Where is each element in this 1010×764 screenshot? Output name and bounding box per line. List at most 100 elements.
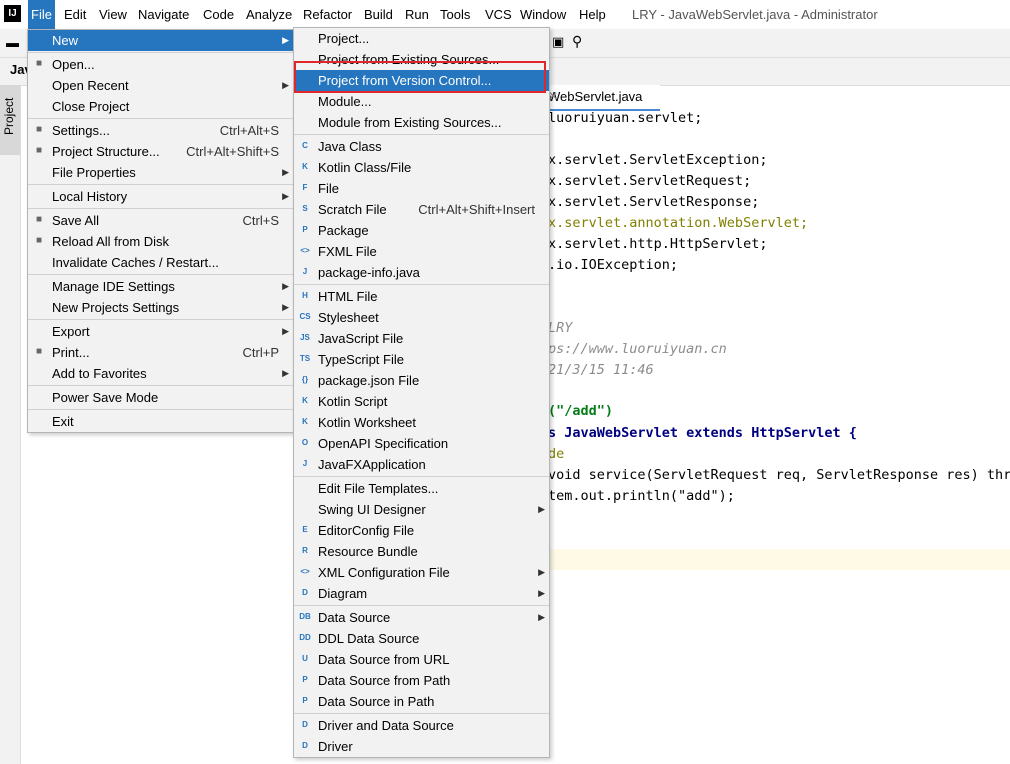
new-menu-item-project[interactable]: Project... bbox=[294, 28, 549, 49]
new-menu-item-html-file[interactable]: H HTML File bbox=[294, 286, 549, 307]
menu-help[interactable]: Help bbox=[576, 0, 609, 29]
menu-run[interactable]: Run bbox=[402, 0, 432, 29]
search-icon[interactable]: ⚲ bbox=[572, 33, 582, 50]
new-menu-item-project-from-existing-sources[interactable]: Project from Existing Sources... bbox=[294, 49, 549, 70]
new-menu-item-openapi-specification[interactable]: O OpenAPI Specification bbox=[294, 433, 549, 454]
file-menu-item-settings[interactable]: ■ Settings... Ctrl+Alt+S bbox=[28, 120, 293, 141]
new-menu-item-edit-file-templates[interactable]: Edit File Templates... bbox=[294, 478, 549, 499]
code-line[interactable]: LRY bbox=[548, 320, 572, 336]
data-source-in-path-icon: P bbox=[302, 696, 308, 705]
new-menu-item-driver[interactable]: D Driver bbox=[294, 736, 549, 757]
menu-view[interactable]: View bbox=[96, 0, 130, 29]
new-menu-item-kotlin-worksheet[interactable]: K Kotlin Worksheet bbox=[294, 412, 549, 433]
file-menu-item-power-save-mode[interactable]: Power Save Mode bbox=[28, 387, 293, 408]
new-menu-item-driver-and-data-source[interactable]: D Driver and Data Source bbox=[294, 715, 549, 736]
new-menu-item-diagram[interactable]: D Diagram ▶ bbox=[294, 583, 549, 604]
file-menu-item-local-history[interactable]: Local History ▶ bbox=[28, 186, 293, 207]
menu-bar: IJ File Edit View Navigate Code Analyze … bbox=[0, 0, 1010, 29]
new-menu-item-javascript-file[interactable]: JS JavaScript File bbox=[294, 328, 549, 349]
file-menu-item-close-project[interactable]: Close Project bbox=[28, 96, 293, 117]
shortcut-label: Ctrl+P bbox=[242, 345, 279, 360]
menu-item-label: Data Source bbox=[318, 610, 391, 625]
menu-build[interactable]: Build bbox=[361, 0, 396, 29]
code-line[interactable]: de bbox=[548, 446, 564, 462]
file-menu-item-open-recent[interactable]: Open Recent ▶ bbox=[28, 75, 293, 96]
menu-separator bbox=[28, 208, 293, 209]
new-menu-item-ddl-data-source[interactable]: DD DDL Data Source bbox=[294, 628, 549, 649]
file-menu-item-save-all[interactable]: ■ Save All Ctrl+S bbox=[28, 210, 293, 231]
new-menu-item-data-source-from-url[interactable]: U Data Source from URL bbox=[294, 649, 549, 670]
file-menu-item-open[interactable]: ■ Open... bbox=[28, 54, 293, 75]
code-line[interactable]: x.servlet.annotation.WebServlet; bbox=[548, 215, 808, 231]
new-menu-item-data-source-from-path[interactable]: P Data Source from Path bbox=[294, 670, 549, 691]
code-line[interactable]: luoruiyuan.servlet; bbox=[548, 110, 702, 126]
code-line[interactable]: tem.out.println("add"); bbox=[548, 488, 735, 504]
menu-item-label: Invalidate Caches / Restart... bbox=[52, 255, 219, 270]
menu-edit[interactable]: Edit bbox=[61, 0, 89, 29]
menu-item-label: Reload All from Disk bbox=[52, 234, 170, 249]
new-menu-item-scratch-file[interactable]: S Scratch File Ctrl+Alt+Shift+Insert bbox=[294, 199, 549, 220]
new-menu-item-data-source-in-path[interactable]: P Data Source in Path bbox=[294, 691, 549, 712]
file-menu-item-project-structure[interactable]: ■ Project Structure... Ctrl+Alt+Shift+S bbox=[28, 141, 293, 162]
new-menu-item-resource-bundle[interactable]: R Resource Bundle bbox=[294, 541, 549, 562]
menu-separator bbox=[28, 319, 293, 320]
menu-code[interactable]: Code bbox=[200, 0, 237, 29]
menu-item-label: File Properties bbox=[52, 165, 136, 180]
menu-item-label: Save All bbox=[52, 213, 99, 228]
new-menu-item-swing-ui-designer[interactable]: Swing UI Designer ▶ bbox=[294, 499, 549, 520]
new-menu-item-javafxapplication[interactable]: J JavaFXApplication bbox=[294, 454, 549, 475]
open-folder-icon[interactable]: ▬ bbox=[6, 35, 19, 50]
new-menu-item-java-class[interactable]: C Java Class bbox=[294, 136, 549, 157]
project-tool-tab[interactable]: Project bbox=[0, 85, 20, 155]
new-menu-item-package[interactable]: P Package bbox=[294, 220, 549, 241]
code-line[interactable]: x.servlet.http.HttpServlet; bbox=[548, 236, 767, 252]
new-menu-item-project-from-version-control[interactable]: Project from Version Control... bbox=[294, 70, 549, 91]
file-menu-item-file-properties[interactable]: File Properties ▶ bbox=[28, 162, 293, 183]
new-menu-item-editorconfig-file[interactable]: E EditorConfig File bbox=[294, 520, 549, 541]
menu-tools[interactable]: Tools bbox=[437, 0, 473, 29]
new-menu-item-module[interactable]: Module... bbox=[294, 91, 549, 112]
file-menu-item-print[interactable]: ■ Print... Ctrl+P bbox=[28, 342, 293, 363]
file-menu-item-manage-ide-settings[interactable]: Manage IDE Settings ▶ bbox=[28, 276, 293, 297]
code-line[interactable]: s JavaWebServlet extends HttpServlet { bbox=[548, 425, 857, 441]
menu-file[interactable]: File bbox=[28, 0, 55, 29]
file-menu-item-add-to-favorites[interactable]: Add to Favorites ▶ bbox=[28, 363, 293, 384]
frame-icon[interactable]: ▣ bbox=[552, 34, 564, 50]
new-menu-item-fxml-file[interactable]: <> FXML File bbox=[294, 241, 549, 262]
code-line[interactable]: .io.IOException; bbox=[548, 257, 678, 273]
chevron-right-icon: ▶ bbox=[538, 612, 545, 622]
close-icon[interactable]: ✕ bbox=[548, 89, 654, 103]
menu-item-label: TypeScript File bbox=[318, 352, 404, 367]
file-menu-item-export[interactable]: Export ▶ bbox=[28, 321, 293, 342]
file-menu-item-reload-all-from-disk[interactable]: ■ Reload All from Disk bbox=[28, 231, 293, 252]
new-menu-item-data-source[interactable]: DB Data Source ▶ bbox=[294, 607, 549, 628]
file-menu-item-invalidate-caches-restart[interactable]: Invalidate Caches / Restart... bbox=[28, 252, 293, 273]
new-menu-item-file[interactable]: F File bbox=[294, 178, 549, 199]
code-line[interactable]: x.servlet.ServletException; bbox=[548, 152, 767, 168]
new-menu-item-xml-configuration-file[interactable]: <> XML Configuration File ▶ bbox=[294, 562, 549, 583]
file-menu-item-new-projects-settings[interactable]: New Projects Settings ▶ bbox=[28, 297, 293, 318]
menu-refactor[interactable]: Refactor bbox=[300, 0, 355, 29]
editor-tab[interactable]: WebServlet.java ✕ bbox=[540, 85, 660, 111]
new-menu-item-typescript-file[interactable]: TS TypeScript File bbox=[294, 349, 549, 370]
code-line[interactable]: x.servlet.ServletResponse; bbox=[548, 194, 759, 210]
new-menu-item-module-from-existing-sources[interactable]: Module from Existing Sources... bbox=[294, 112, 549, 133]
menu-window[interactable]: Window bbox=[517, 0, 569, 29]
menu-separator bbox=[28, 184, 293, 185]
file-menu-item-exit[interactable]: Exit bbox=[28, 411, 293, 432]
new-menu-item-package-json-file[interactable]: {} package.json File bbox=[294, 370, 549, 391]
file-menu-item-new[interactable]: New ▶ bbox=[28, 30, 293, 51]
menu-analyze[interactable]: Analyze bbox=[243, 0, 295, 29]
new-menu-item-kotlin-class-file[interactable]: K Kotlin Class/File bbox=[294, 157, 549, 178]
code-line[interactable]: ps://www.luoruiyuan.cn bbox=[548, 341, 727, 357]
code-line[interactable]: void service(ServletRequest req, Servlet… bbox=[548, 467, 1010, 483]
menu-vcs[interactable]: VCS bbox=[482, 0, 515, 29]
menu-navigate[interactable]: Navigate bbox=[135, 0, 192, 29]
code-line[interactable]: 21/3/15 11:46 bbox=[548, 362, 654, 378]
new-menu-item-package-info-java[interactable]: Jpackage-info.java bbox=[294, 262, 549, 283]
code-line[interactable]: ("/add") bbox=[548, 403, 613, 419]
menu-item-label: Local History bbox=[52, 189, 128, 204]
code-line[interactable]: x.servlet.ServletRequest; bbox=[548, 173, 751, 189]
new-menu-item-kotlin-script[interactable]: K Kotlin Script bbox=[294, 391, 549, 412]
new-menu-item-stylesheet[interactable]: CS Stylesheet bbox=[294, 307, 549, 328]
